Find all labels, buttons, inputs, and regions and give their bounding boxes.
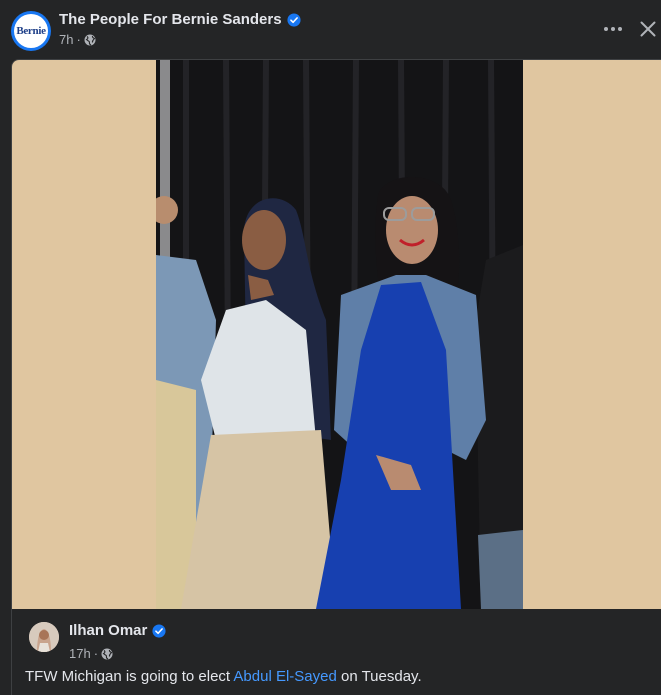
meta-separator: ·: [93, 646, 99, 661]
shared-post-footer: Ilhan Omar 17h · TFW Michigan is going t…: [12, 609, 661, 695]
close-button[interactable]: [634, 15, 661, 43]
bernie-logo: Bernie: [14, 14, 48, 48]
post-meta: 7h ·: [59, 32, 96, 47]
photo-illustration: [156, 60, 523, 609]
post-timestamp[interactable]: 7h: [59, 32, 73, 47]
photo-letterbox: [12, 60, 661, 609]
page-avatar[interactable]: Bernie: [11, 11, 51, 51]
shared-author-name[interactable]: Ilhan Omar: [69, 622, 147, 639]
verified-badge-icon: [287, 12, 301, 27]
shared-post-meta: 17h ·: [69, 646, 113, 661]
more-options-button[interactable]: [598, 15, 628, 43]
shared-author-avatar[interactable]: [29, 622, 59, 652]
shared-post-text: TFW Michigan is going to elect Abdul El-…: [25, 668, 422, 685]
avatar-logo-text: Bernie: [16, 25, 46, 37]
mention-link[interactable]: Abdul El-Sayed: [233, 668, 336, 685]
post-author-name[interactable]: The People For Bernie Sanders: [59, 11, 282, 28]
more-options-icon: [604, 27, 622, 31]
globe-icon: [84, 34, 96, 45]
shared-post-card[interactable]: Ilhan Omar 17h · TFW Michigan is going t…: [11, 59, 661, 695]
post-header: Bernie The People For Bernie Sanders 7h …: [0, 0, 661, 58]
close-icon: [640, 21, 656, 37]
shared-timestamp[interactable]: 17h: [69, 646, 91, 661]
text-before-mention: TFW Michigan is going to elect: [25, 668, 234, 685]
shared-author-line: Ilhan Omar: [69, 622, 166, 639]
verified-badge-icon: [152, 623, 166, 638]
text-after-mention: on Tuesday.: [336, 668, 422, 685]
profile-photo: [29, 622, 59, 652]
author-line: The People For Bernie Sanders: [59, 11, 301, 28]
globe-icon: [101, 648, 113, 659]
post-photo[interactable]: [156, 60, 523, 609]
meta-separator: ·: [76, 32, 81, 47]
